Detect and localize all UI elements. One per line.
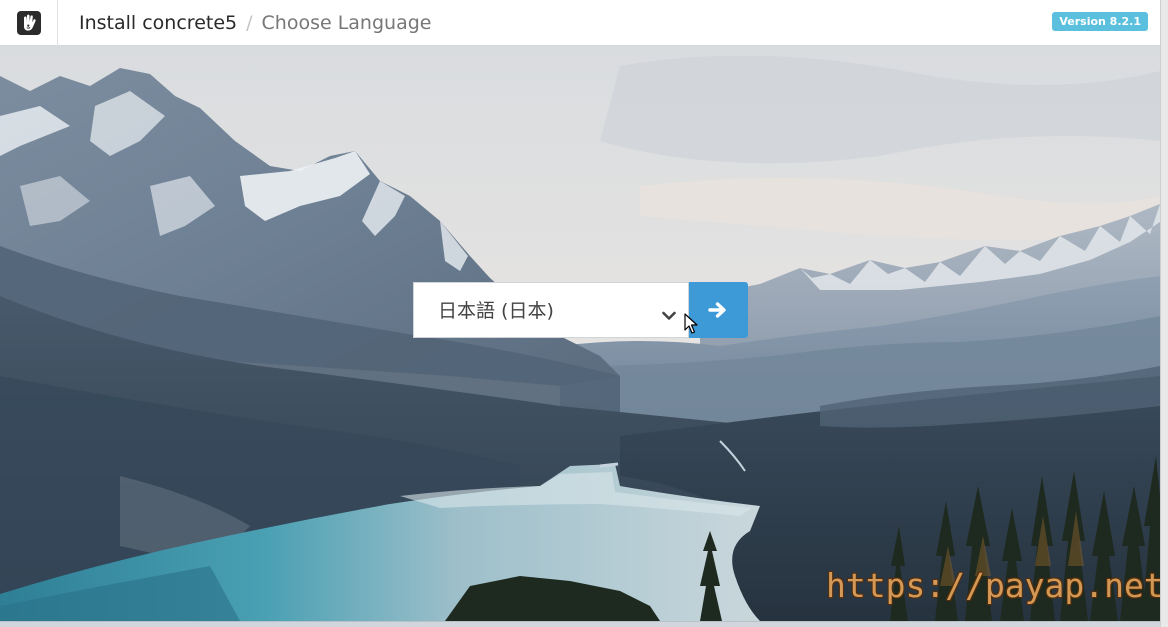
selected-language: 日本語 (日本) (438, 300, 554, 322)
chevron-down-icon (662, 306, 676, 325)
language-select[interactable]: 日本語 (日本) (413, 282, 689, 338)
version-badge: Version 8.2.1 (1052, 12, 1148, 31)
breadcrumb: Install concrete5 / Choose Language (79, 11, 431, 35)
install-header: Install concrete5 / Choose Language Versio… (0, 0, 1160, 46)
concrete5-logo[interactable] (0, 0, 58, 46)
breadcrumb-root[interactable]: Install concrete5 (79, 12, 237, 34)
window-bottom-edge (0, 621, 1160, 627)
breadcrumb-current: Choose Language (261, 12, 432, 34)
mouse-cursor-icon (684, 313, 698, 339)
window-scrollbar[interactable] (1160, 0, 1168, 627)
hand-logo-icon (17, 11, 41, 35)
arrow-right-icon (708, 302, 726, 318)
breadcrumb-separator: / (246, 12, 253, 34)
site-watermark: https://payap.net/ (826, 566, 1168, 605)
